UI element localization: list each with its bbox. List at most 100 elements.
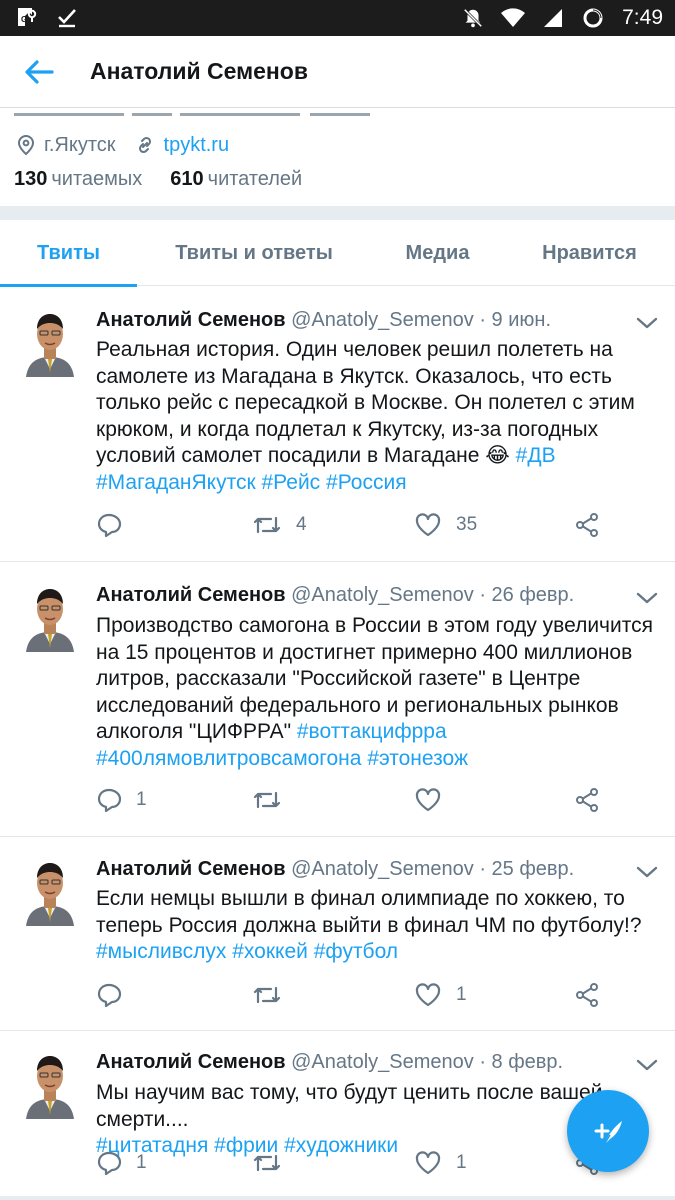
hashtag-line: #мысливслух #хоккей #футбол <box>96 939 656 966</box>
compose-tweet-button[interactable] <box>567 1090 649 1172</box>
tweet-text-line: условий самолет посадили в Магадане 😂 #Д… <box>96 443 656 470</box>
reply-button[interactable] <box>96 980 136 1010</box>
reply-button[interactable]: 1 <box>96 785 147 815</box>
arrow-left-icon <box>25 60 54 84</box>
like-button[interactable]: 1 <box>414 1148 467 1178</box>
tweet-text-line: самолете из Магадана в Якутск. Оказалось… <box>96 364 656 391</box>
tweet-text-segment: крюком, и когда подлетал к Якутску, из-з… <box>96 417 599 441</box>
tweet-menu-button[interactable] <box>635 1053 659 1077</box>
like-button[interactable] <box>414 785 456 815</box>
tweet-menu-button[interactable] <box>635 586 659 610</box>
tab-likes[interactable]: Нравится <box>504 220 675 286</box>
retweet-icon <box>253 986 281 1004</box>
tab-tweets-and-replies[interactable]: Твиты и ответы <box>137 220 371 286</box>
avatar[interactable] <box>22 307 78 377</box>
website-link[interactable]: tpykt.ru <box>164 134 230 157</box>
author-name[interactable]: Анатолий Семенов <box>96 309 286 331</box>
location-pin-icon <box>17 134 35 156</box>
tweet[interactable]: Анатолий Семенов @Anatoly_Semenov · 25 ф… <box>0 838 675 1031</box>
compose-feather-icon <box>594 1121 622 1146</box>
hashtag-line: #МагаданЯкутск #Рейс #Россия <box>96 470 656 497</box>
hashtag-link[interactable]: #мысливслух <box>96 940 226 963</box>
heart-icon <box>415 513 441 537</box>
author-handle[interactable]: @Anatoly_Semenov <box>291 858 474 880</box>
retweet-button[interactable] <box>252 1148 296 1178</box>
chevron-down-icon <box>636 317 658 329</box>
tweet-date[interactable]: 25 февр. <box>492 858 575 880</box>
retweet-button[interactable]: 4 <box>252 510 307 540</box>
reply-count: 1 <box>136 1152 147 1173</box>
hashtag-link[interactable]: #воттакцифрра <box>297 720 447 743</box>
hashtag-link[interactable]: #футбол <box>314 940 398 963</box>
profile-meta: г.Якутск tpykt.ru <box>16 130 229 160</box>
tweet-text-line: на 15 процентов и достигнет примерно 400… <box>96 640 656 667</box>
reply-count: 1 <box>136 789 147 810</box>
tweet-menu-button[interactable] <box>635 311 659 335</box>
tweet-text-line: Производство самогона в России в этом го… <box>96 613 656 640</box>
tweet-text: Если немцы вышли в финал олимпиаде по хо… <box>96 886 656 966</box>
avatar[interactable] <box>22 1049 78 1119</box>
emoji-tears-of-joy: 😂 <box>485 444 510 467</box>
page-title: Анатолий Семенов <box>90 58 308 84</box>
tab-tweets[interactable]: Твиты <box>0 220 137 287</box>
tweet-date[interactable]: 9 июн. <box>492 309 551 331</box>
bottom-divider <box>0 1196 675 1200</box>
like-button[interactable]: 35 <box>414 510 477 540</box>
share-button[interactable] <box>574 510 600 540</box>
checkmark-icon <box>54 4 80 30</box>
tweet-text-segment: самолете из Магадана в Якутск. Оказалось… <box>96 364 612 388</box>
location: г.Якутск <box>16 134 116 157</box>
share-button[interactable] <box>574 785 600 815</box>
tweet-header: Анатолий Семенов @Anatoly_Semenov · 26 ф… <box>96 584 574 607</box>
tweet[interactable]: Анатолий Семенов @Anatoly_Semenov · 9 ию… <box>0 287 675 562</box>
author-handle[interactable]: @Anatoly_Semenov <box>291 1051 474 1073</box>
tweet-date[interactable]: 8 февр. <box>492 1051 564 1073</box>
tweet-header: Анатолий Семенов @Anatoly_Semenov · 8 фе… <box>96 1051 563 1074</box>
tweet[interactable]: Анатолий Семенов @Anatoly_Semenov · 26 ф… <box>0 563 675 837</box>
hashtag-link[interactable]: #Россия <box>326 471 407 494</box>
tweet-actions: 11 <box>96 1148 616 1178</box>
author-handle[interactable]: @Anatoly_Semenov <box>291 309 474 331</box>
hashtag-link[interactable]: #400лямовлитровсамогона <box>96 747 361 770</box>
hashtag-link[interactable]: #хоккей <box>232 940 308 963</box>
like-count: 1 <box>456 984 467 1005</box>
following-stat[interactable]: 130 читаемых <box>14 168 142 191</box>
tweet-text-segment: Реальная история. Один человек решил пол… <box>96 338 613 361</box>
author-name[interactable]: Анатолий Семенов <box>96 858 286 880</box>
share-icon <box>576 983 598 1007</box>
tweet-date[interactable]: 26 февр. <box>492 584 575 606</box>
hashtag-link[interactable]: #этонезож <box>367 747 468 770</box>
tweet-text-segment: Производство самогона в России в этом го… <box>96 614 653 637</box>
tab-media[interactable]: Медиа <box>371 220 504 286</box>
share-button[interactable] <box>574 980 600 1010</box>
retweet-button[interactable] <box>252 785 296 815</box>
hashtag-line: #400лямовлитровсамогона #этонезож <box>96 746 656 773</box>
reply-button[interactable] <box>96 510 136 540</box>
reply-icon <box>97 983 122 1008</box>
hashtag-link[interactable]: #МагаданЯкутск <box>96 471 256 494</box>
reply-button[interactable]: 1 <box>96 1148 147 1178</box>
maps-icon: G <box>14 4 40 30</box>
author-name[interactable]: Анатолий Семенов <box>96 1051 286 1073</box>
wifi-icon <box>500 5 526 31</box>
retweet-icon <box>253 1154 281 1172</box>
back-button[interactable] <box>22 56 56 88</box>
tweet-text-segment: только рейс с пересадкой в Москве. Он по… <box>96 391 635 414</box>
like-button[interactable]: 1 <box>414 980 467 1010</box>
author-name[interactable]: Анатолий Семенов <box>96 584 286 606</box>
avatar[interactable] <box>22 582 78 652</box>
tweet-text-line: Если немцы вышли в финал олимпиаде по хо… <box>96 886 656 913</box>
tweet-text-segment: смерти.... <box>96 1107 189 1131</box>
website[interactable]: tpykt.ru <box>134 134 230 157</box>
location-text: г.Якутск <box>44 133 116 156</box>
retweet-button[interactable] <box>252 980 296 1010</box>
tweet-text-line: только рейс с пересадкой в Москве. Он по… <box>96 390 656 417</box>
tweet-menu-button[interactable] <box>635 860 659 884</box>
tweet-text-segment: литров, рассказали "Российской газете" в… <box>96 667 581 690</box>
app-header: Анатолий Семенов <box>0 36 675 108</box>
hashtag-link[interactable]: #Рейс <box>262 471 321 494</box>
author-handle[interactable]: @Anatoly_Semenov <box>291 584 474 606</box>
followers-stat[interactable]: 610 читателей <box>170 168 302 191</box>
avatar[interactable] <box>22 856 78 926</box>
hashtag-link[interactable]: #ДВ <box>516 444 556 467</box>
